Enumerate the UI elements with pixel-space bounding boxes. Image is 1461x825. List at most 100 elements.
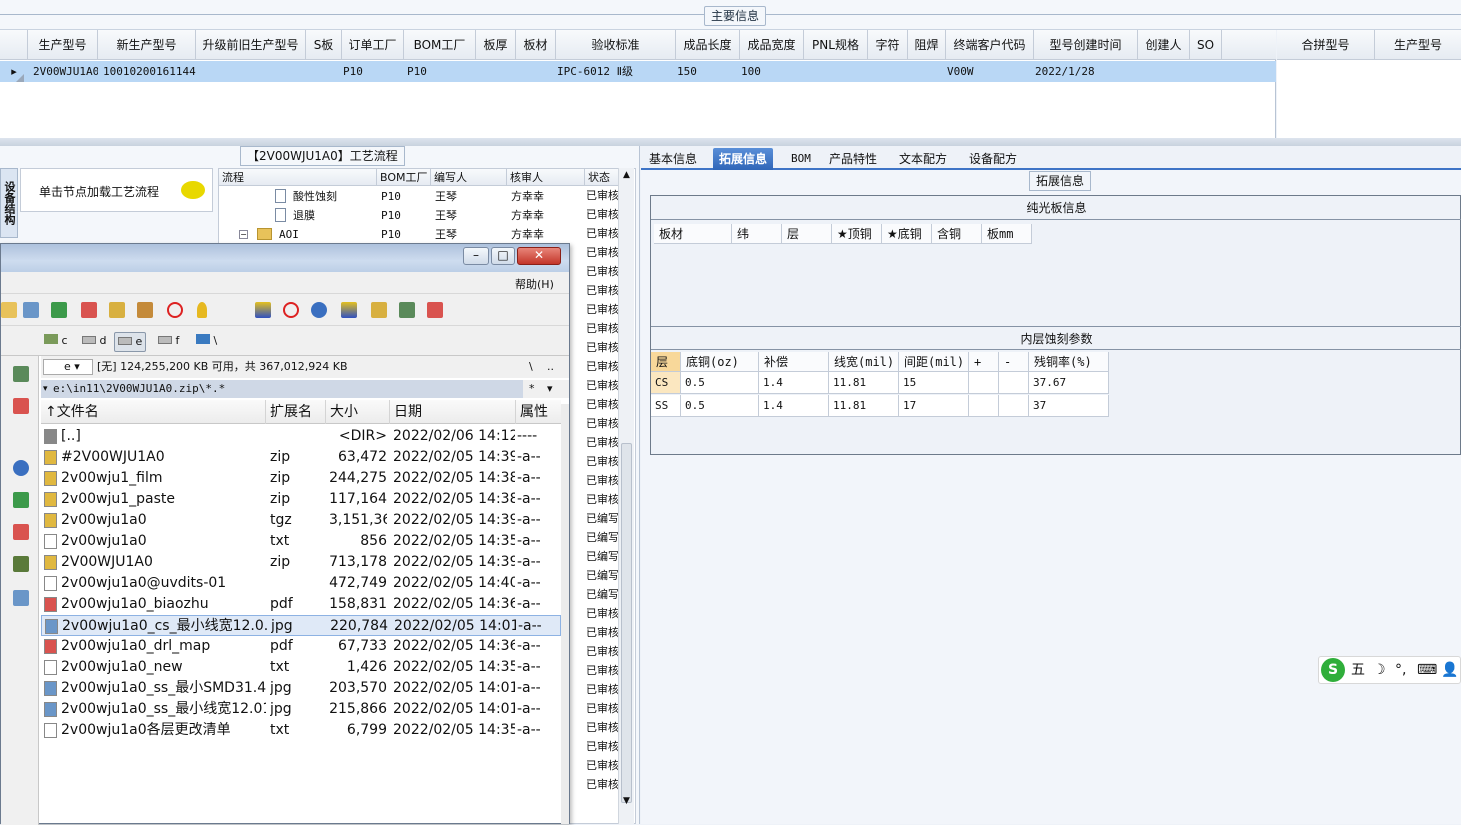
acrobat-icon[interactable] [13, 524, 29, 540]
file-row[interactable]: 2v00wju1a0@uvdits-01 472,749 2022/02/05 14… [41, 573, 561, 594]
drive-select[interactable]: e ▾ [43, 359, 93, 375]
network-icon[interactable] [13, 556, 29, 572]
col-s-board[interactable]: S板 [306, 30, 342, 60]
etch-cell[interactable]: 11.81 [829, 395, 899, 417]
folder-icon[interactable] [1, 302, 17, 318]
col-order-factory[interactable]: 订单工厂 [342, 30, 404, 60]
etch-cell[interactable]: CS [651, 372, 681, 394]
globe-icon[interactable] [13, 460, 29, 476]
drive-f[interactable]: f [155, 332, 182, 352]
tab-basic-info[interactable]: 基本信息 [643, 148, 703, 170]
etch-cell[interactable]: 0.5 [681, 372, 759, 394]
col-customer[interactable]: 终端客户代码 [946, 30, 1034, 60]
file-list-scrollbar[interactable] [561, 404, 569, 824]
tab-equipment-recipe[interactable]: 设备配方 [963, 148, 1023, 170]
info-icon[interactable] [311, 302, 327, 318]
col-bom-factory[interactable]: BOM工厂 [404, 30, 476, 60]
file-row[interactable]: 2v00wju1a0各层更改清单 txt 6,799 2022/02/05 14:35… [41, 720, 561, 741]
file-row[interactable]: 2v00wju1a0 tgz 3,151,361 2022/02/05 14:39-a… [41, 510, 561, 531]
drive-d[interactable]: d [79, 332, 109, 352]
etch-col[interactable]: 线宽(mil) [829, 352, 899, 372]
etch-col[interactable]: 层 [651, 352, 681, 372]
file-manager-window[interactable]: – □ ✕ 帮助(H) c d e f \ e ▾ [无] 124,255,20… [0, 243, 570, 825]
col-mask[interactable]: 阻焊 [908, 30, 946, 60]
user-icon[interactable]: 👤 [1441, 657, 1458, 683]
scroll-up-icon[interactable]: ▲ [623, 170, 630, 180]
col-width[interactable]: 成品宽度 [740, 30, 804, 60]
font-icon[interactable] [109, 302, 125, 318]
scroll-down-icon[interactable]: ▼ [623, 796, 630, 806]
etch-cell[interactable]: 11.81 [829, 372, 899, 394]
side-tab-structure[interactable]: 设备结构 [0, 168, 18, 238]
tools-icon[interactable] [137, 302, 153, 318]
stop-icon[interactable] [283, 302, 299, 318]
col-length[interactable]: 成品长度 [676, 30, 740, 60]
col-new-model[interactable]: 新生产型号 [98, 30, 196, 60]
etch-col[interactable]: 底铜(oz) [681, 352, 759, 372]
drive-network[interactable]: \ [193, 332, 220, 352]
board-col[interactable]: 板材 [654, 224, 732, 244]
etch-cell[interactable]: 1.4 [759, 372, 829, 394]
etch-cell[interactable]: 0.5 [681, 395, 759, 417]
board-col[interactable]: ★底铜 [882, 224, 932, 244]
excel-icon[interactable] [51, 302, 67, 318]
etch-cell[interactable] [969, 395, 999, 417]
col-creator[interactable]: 创建人 [1138, 30, 1190, 60]
image-icon[interactable] [13, 590, 29, 606]
col-char[interactable]: 字符 [868, 30, 908, 60]
pdf-icon[interactable] [427, 302, 443, 318]
etch-cell[interactable]: 15 [899, 372, 969, 394]
etch-col[interactable]: 残铜率(%) [1029, 352, 1109, 372]
etch-cell[interactable] [969, 372, 999, 394]
filter-wildcard[interactable]: * [529, 380, 535, 398]
etch-col[interactable]: - [999, 352, 1029, 372]
sogou-logo-icon[interactable]: S [1321, 658, 1345, 682]
collapse-icon[interactable]: − [239, 230, 248, 239]
col-writer[interactable]: 编写人 [431, 169, 507, 186]
file-row[interactable]: [..] <DIR> 2022/02/06 14:12 ---- [41, 426, 561, 447]
file-row[interactable]: #2V00WJU1A0 zip 63,472 2022/02/05 14:39 -a-- [41, 447, 561, 468]
etch-cell[interactable]: 1.4 [759, 395, 829, 417]
col-attributes[interactable]: 属性 [516, 400, 561, 424]
acrobat-icon[interactable] [81, 302, 97, 318]
path-bar[interactable]: ▾ e:\in11\2V00WJU1A0.zip\*.* * ▾ [41, 380, 569, 398]
keyboard-icon[interactable]: ⌨ [1417, 657, 1437, 683]
col-date[interactable]: 日期 [390, 400, 516, 424]
col-created[interactable]: 型号创建时间 [1034, 30, 1138, 60]
file-row[interactable]: 2v00wju1a0 txt 856 2022/02/05 14:35 -a-- [41, 531, 561, 552]
etch-col[interactable]: 补偿 [759, 352, 829, 372]
root-dir-button[interactable]: \ [529, 356, 533, 378]
refresh-icon[interactable] [23, 302, 39, 318]
file-row[interactable]: 2v00wju1a0_cs_最小线宽12.0.. jpg 220,784 2022/0… [41, 615, 561, 636]
col-prod-model[interactable]: 生产型号 [28, 30, 98, 60]
filter-dropdown-icon[interactable]: ▾ [547, 380, 553, 398]
excel-icon[interactable] [13, 492, 29, 508]
file-row[interactable]: 2v00wju1a0_biaozhu pdf 158,831 2022/02/05 1… [41, 594, 561, 615]
file-row[interactable]: 2v00wju1a0_ss_最小线宽12.01.. jpg 215,866 2022/… [41, 699, 561, 720]
col-old-model[interactable]: 升级前旧生产型号 [196, 30, 306, 60]
etch-cell[interactable]: 37.67 [1029, 372, 1109, 394]
etch-col[interactable]: 间距(mil) [899, 352, 969, 372]
moon-icon[interactable]: ☽ [1373, 657, 1386, 683]
file-row[interactable]: 2v00wju1_film zip 244,275 2022/02/05 14:38-… [41, 468, 561, 489]
col-reviewer[interactable]: 核审人 [507, 169, 585, 186]
col-bom-factory[interactable]: BOM工厂 [377, 169, 431, 186]
col-standard[interactable]: 验收标准 [556, 30, 676, 60]
network-user-icon[interactable] [399, 302, 415, 318]
tab-extended-info[interactable]: 拓展信息 [713, 148, 774, 170]
splitter[interactable] [0, 138, 1461, 146]
menu-help[interactable]: 帮助(H) [515, 276, 554, 292]
cube-icon[interactable] [255, 302, 271, 318]
col-material[interactable]: 板材 [516, 30, 556, 60]
ime-toolbar[interactable]: S 五 ☽ °, ⌨ 👤 [1318, 656, 1461, 684]
network-user-icon[interactable] [13, 366, 29, 382]
board-col[interactable]: 层 [782, 224, 832, 244]
col-flow[interactable]: 流程 [219, 169, 377, 186]
etch-cell[interactable]: 17 [899, 395, 969, 417]
process-scrollbar[interactable]: ▲ ▼ [618, 168, 634, 824]
scroll-thumb[interactable] [621, 443, 632, 803]
etch-col[interactable]: + [969, 352, 999, 372]
tab-text-recipe[interactable]: 文本配方 [893, 148, 953, 170]
close-button[interactable]: ✕ [517, 247, 561, 265]
col-side-prod-model[interactable]: 生产型号 [1375, 30, 1461, 60]
